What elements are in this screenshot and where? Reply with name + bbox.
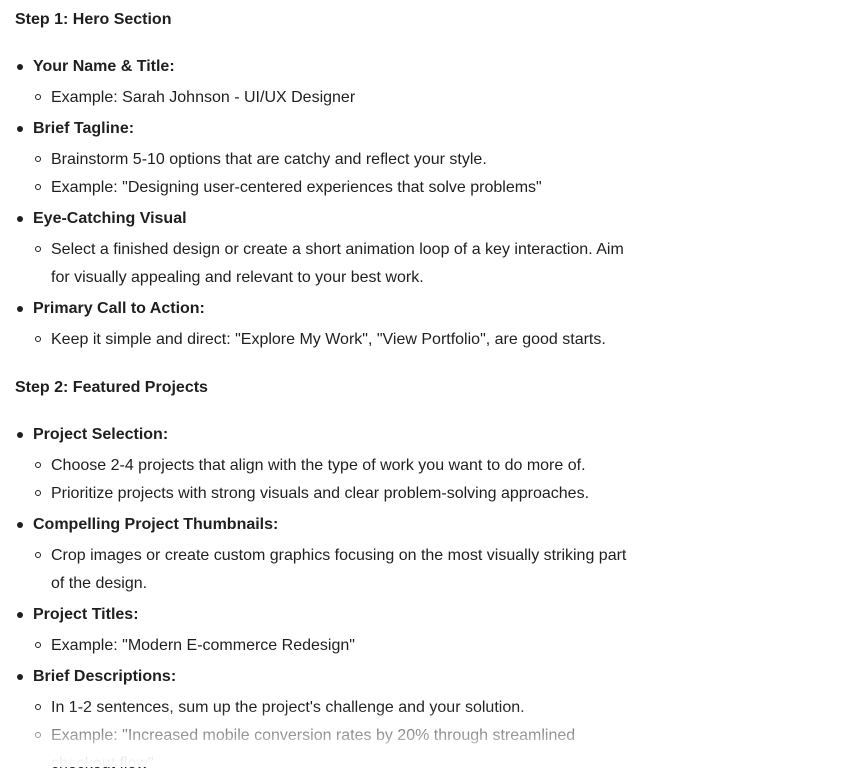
list-item: Compelling Project Thumbnails: Crop imag…	[15, 512, 835, 598]
sub-item-text: Brainstorm 5-10 options that are catchy …	[51, 151, 487, 168]
item-label: Compelling Project Thumbnails:	[33, 516, 279, 533]
item-label: Project Selection:	[33, 426, 169, 443]
sub-item-text: Example: "Increased mobile conversion ra…	[51, 727, 576, 772]
list-item: Your Name & Title: Example: Sarah Johnso…	[15, 54, 835, 112]
sub-list-item: Example: "Designing user-centered experi…	[33, 174, 631, 202]
circle-bullet-icon	[35, 462, 41, 468]
sub-item-text: Crop images or create custom graphics fo…	[51, 547, 627, 592]
sub-list-item: Choose 2-4 projects that align with the …	[33, 452, 631, 480]
bullet-icon	[17, 522, 23, 528]
sub-list: Example: "Modern E-commerce Redesign"	[33, 632, 835, 660]
circle-bullet-icon	[35, 732, 41, 738]
sub-list: Keep it simple and direct: "Explore My W…	[33, 326, 835, 354]
sub-list-item: Crop images or create custom graphics fo…	[33, 542, 631, 598]
step2-list: Project Selection: Choose 2-4 projects t…	[15, 422, 835, 778]
sub-list-item: Brainstorm 5-10 options that are catchy …	[33, 146, 631, 174]
sub-item-text: Select a finished design or create a sho…	[51, 241, 624, 286]
circle-bullet-icon	[35, 552, 41, 558]
circle-bullet-icon	[35, 704, 41, 710]
sub-list: Brainstorm 5-10 options that are catchy …	[33, 146, 835, 202]
sub-list-item: Keep it simple and direct: "Explore My W…	[33, 326, 631, 354]
bullet-icon	[17, 674, 23, 680]
bullet-icon	[17, 126, 23, 132]
circle-bullet-icon	[35, 642, 41, 648]
step2-heading: Step 2: Featured Projects	[15, 379, 208, 396]
sub-item-text: Choose 2-4 projects that align with the …	[51, 457, 586, 474]
sub-list-item: Example: "Increased mobile conversion ra…	[33, 722, 631, 778]
list-item: Brief Tagline: Brainstorm 5-10 options t…	[15, 116, 835, 202]
sub-item-text: Example: Sarah Johnson - UI/UX Designer	[51, 89, 356, 106]
sub-item-text: Example: "Modern E-commerce Redesign"	[51, 637, 355, 654]
sub-item-text: Example: "Designing user-centered experi…	[51, 179, 542, 196]
bullet-icon	[17, 612, 23, 618]
item-label: Your Name & Title:	[33, 58, 175, 75]
item-label: Project Titles:	[33, 606, 139, 623]
circle-bullet-icon	[35, 490, 41, 496]
step1-list: Your Name & Title: Example: Sarah Johnso…	[15, 54, 835, 354]
sub-list: Choose 2-4 projects that align with the …	[33, 452, 835, 508]
item-label: Brief Descriptions:	[33, 668, 177, 685]
bullet-icon	[17, 306, 23, 312]
step1-heading: Step 1: Hero Section	[15, 11, 172, 28]
circle-bullet-icon	[35, 184, 41, 190]
sub-list-item: Example: Sarah Johnson - UI/UX Designer	[33, 84, 631, 112]
circle-bullet-icon	[35, 246, 41, 252]
sub-list: In 1-2 sentences, sum up the project's c…	[33, 694, 835, 778]
list-item: Project Selection: Choose 2-4 projects t…	[15, 422, 835, 508]
sub-item-text: Keep it simple and direct: "Explore My W…	[51, 331, 606, 348]
sub-item-text: Prioritize projects with strong visuals …	[51, 485, 590, 502]
list-item: Eye-Catching Visual Select a finished de…	[15, 206, 835, 292]
bullet-icon	[17, 432, 23, 438]
list-item: Brief Descriptions: In 1-2 sentences, su…	[15, 664, 835, 778]
list-item: Project Titles: Example: "Modern E-comme…	[15, 602, 835, 660]
sub-list-item: Select a finished design or create a sho…	[33, 236, 631, 292]
list-item: Primary Call to Action: Keep it simple a…	[15, 296, 835, 354]
bullet-icon	[17, 64, 23, 70]
sub-list: Example: Sarah Johnson - UI/UX Designer	[33, 84, 835, 112]
sub-list-item: In 1-2 sentences, sum up the project's c…	[33, 694, 631, 722]
circle-bullet-icon	[35, 94, 41, 100]
sub-list: Select a finished design or create a sho…	[33, 236, 835, 292]
item-label: Eye-Catching Visual	[33, 210, 187, 227]
item-label: Primary Call to Action:	[33, 300, 205, 317]
item-label: Brief Tagline:	[33, 120, 135, 137]
sub-item-text: In 1-2 sentences, sum up the project's c…	[51, 699, 525, 716]
sub-list-item: Prioritize projects with strong visuals …	[33, 480, 631, 508]
response-document: Step 1: Hero Section Your Name & Title: …	[15, 0, 835, 782]
sub-list: Crop images or create custom graphics fo…	[33, 542, 835, 598]
circle-bullet-icon	[35, 336, 41, 342]
sub-list-item: Example: "Modern E-commerce Redesign"	[33, 632, 631, 660]
circle-bullet-icon	[35, 156, 41, 162]
bullet-icon	[17, 216, 23, 222]
